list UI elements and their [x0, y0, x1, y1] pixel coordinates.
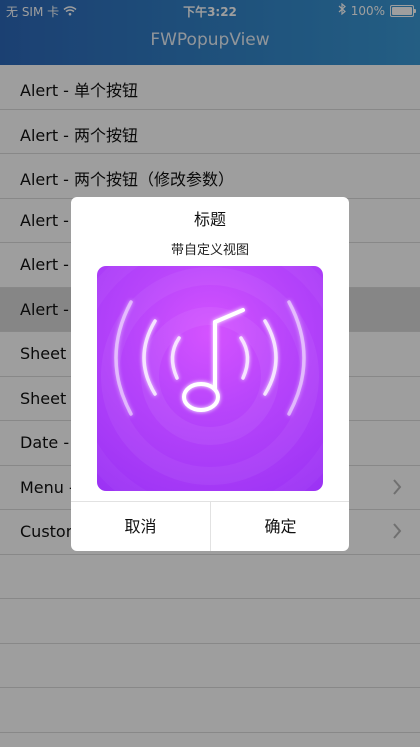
- custom-view-image: [97, 266, 323, 491]
- alert-popup: 标题 带自定义视图 取消 确定: [71, 197, 349, 551]
- music-note-icon: [97, 266, 323, 491]
- popup-subtitle: 带自定义视图: [170, 243, 249, 258]
- confirm-button[interactable]: 确定: [211, 502, 349, 551]
- cancel-button[interactable]: 取消: [71, 502, 210, 551]
- popup-title: 标题: [193, 210, 226, 229]
